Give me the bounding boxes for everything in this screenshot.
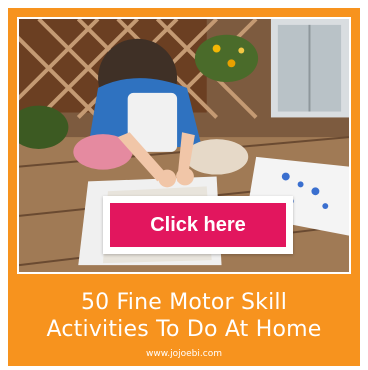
site-url[interactable]: www.jojoebi.com bbox=[8, 349, 360, 360]
title-line-2: Activities To Do At Home bbox=[46, 317, 322, 342]
click-here-button[interactable]: Click here bbox=[103, 196, 293, 254]
click-here-label: Click here bbox=[110, 203, 286, 247]
title-line-1: 50 Fine Motor Skill bbox=[80, 290, 288, 315]
promo-title: 50 Fine Motor Skill Activities To Do At … bbox=[8, 289, 360, 343]
